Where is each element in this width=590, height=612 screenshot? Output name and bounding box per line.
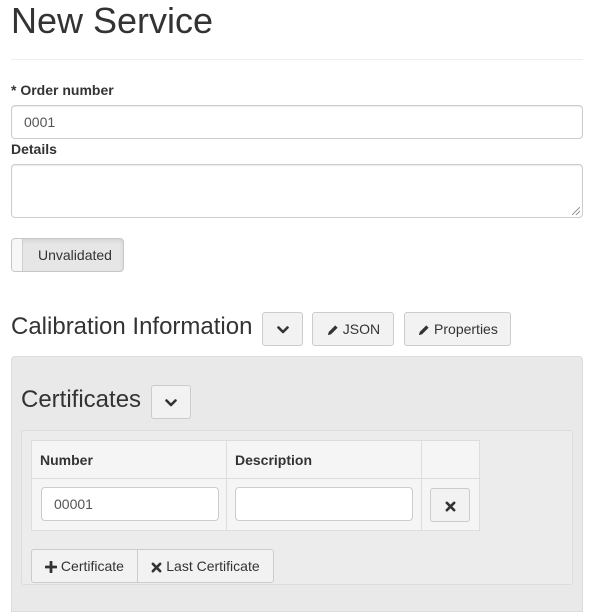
- order-number-label-text: Order number: [20, 82, 114, 98]
- actions-cell: [421, 478, 480, 531]
- toggle-knob: [12, 239, 23, 271]
- calibration-collapse-button[interactable]: [262, 312, 303, 346]
- details-textarea[interactable]: [11, 164, 583, 218]
- resize-grip-icon[interactable]: [572, 207, 580, 215]
- page-title: New Service: [11, 0, 214, 41]
- order-number-input[interactable]: 0001: [11, 105, 583, 139]
- order-number-label: * Order number: [11, 82, 114, 98]
- json-button[interactable]: JSON: [312, 312, 394, 346]
- number-cell: 00001: [31, 478, 227, 531]
- json-button-label: JSON: [342, 321, 381, 337]
- table-row: 00001: [31, 478, 480, 531]
- last-certificate-label: Last Certificate: [166, 558, 260, 574]
- column-header-actions: [421, 440, 480, 479]
- certificates-table: Number Description 00001: [31, 440, 480, 531]
- required-marker: *: [11, 82, 17, 98]
- chevron-down-icon: [276, 326, 289, 334]
- certificates-title: Certificates: [21, 386, 142, 413]
- certificate-number-input[interactable]: 00001: [41, 487, 219, 521]
- pencil-icon: [418, 325, 429, 335]
- column-header-number: Number: [31, 440, 227, 479]
- description-cell: [226, 478, 422, 531]
- certificate-description-input[interactable]: [235, 487, 413, 521]
- validation-toggle[interactable]: Unvalidated: [11, 238, 124, 272]
- plus-icon: [44, 560, 58, 574]
- add-certificate-button[interactable]: Certificate: [31, 549, 138, 583]
- certificate-number-value: 00001: [54, 496, 93, 512]
- column-header-description: Description: [226, 440, 422, 479]
- close-icon: [151, 562, 162, 573]
- last-certificate-button[interactable]: Last Certificate: [137, 549, 274, 583]
- table-header-row: Number Description: [31, 440, 480, 479]
- properties-button-label: Properties: [434, 321, 498, 337]
- validation-toggle-label: Unvalidated: [38, 247, 112, 263]
- certificates-collapse-button[interactable]: [151, 385, 191, 419]
- pencil-icon: [327, 325, 338, 335]
- order-number-value: 0001: [24, 114, 56, 130]
- delete-row-button[interactable]: [430, 488, 470, 522]
- details-label: Details: [11, 141, 57, 157]
- chevron-down-icon: [165, 399, 177, 407]
- properties-button[interactable]: Properties: [404, 312, 511, 346]
- add-certificate-label: Certificate: [60, 558, 124, 574]
- title-divider: [11, 59, 583, 60]
- close-icon: [445, 501, 455, 512]
- calibration-title: Calibration Information: [11, 313, 253, 340]
